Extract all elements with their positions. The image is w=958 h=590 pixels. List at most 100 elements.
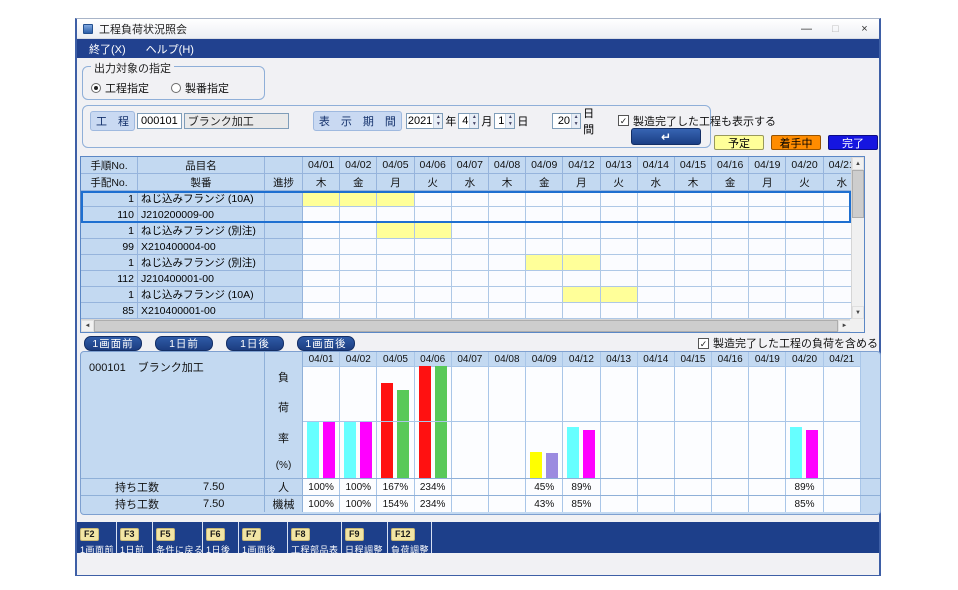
item-name-cell[interactable]: J210400001-00 [138,271,265,287]
progress-cell[interactable] [265,239,303,255]
schedule-cell[interactable] [638,207,675,223]
schedule-cell[interactable] [303,271,340,287]
schedule-cell[interactable] [489,239,526,255]
schedule-cell[interactable] [601,303,638,319]
schedule-cell[interactable] [377,287,414,303]
schedule-cell[interactable] [415,239,452,255]
schedule-cell[interactable] [340,271,377,287]
schedule-cell[interactable] [749,223,786,239]
schedule-cell[interactable] [786,271,823,287]
schedule-cell[interactable] [489,223,526,239]
schedule-cell[interactable] [786,287,823,303]
schedule-cell[interactable] [749,303,786,319]
scroll-down-icon[interactable]: ▼ [852,306,864,319]
year-stepper[interactable]: 2021 ▲▼ [406,113,443,129]
schedule-cell[interactable] [377,239,414,255]
fkey-f2[interactable]: F21画面前 [77,522,117,553]
schedule-cell[interactable] [340,223,377,239]
schedule-cell[interactable] [340,255,377,271]
schedule-cell[interactable] [526,303,563,319]
maximize-button[interactable]: □ [821,19,850,38]
schedule-cell[interactable] [601,255,638,271]
menu-help[interactable]: ヘルプ(H) [136,39,204,59]
schedule-cell[interactable] [601,191,638,207]
schedule-cell[interactable] [340,239,377,255]
close-button[interactable]: × [850,19,879,38]
schedule-cell[interactable] [526,207,563,223]
schedule-cell[interactable] [638,191,675,207]
days-stepper[interactable]: 20 ▲▼ [552,113,581,129]
schedule-cell[interactable] [563,239,600,255]
schedule-cell[interactable] [303,223,340,239]
schedule-cell[interactable] [712,255,749,271]
spin-down-icon[interactable]: ▼ [572,121,580,128]
schedule-cell[interactable] [786,255,823,271]
scrollbar-thumb[interactable] [852,170,864,218]
schedule-cell[interactable] [377,223,414,239]
spin-down-icon[interactable]: ▼ [434,121,442,128]
schedule-cell[interactable] [638,223,675,239]
schedule-cell[interactable] [526,223,563,239]
schedule-cell[interactable] [489,191,526,207]
schedule-cell[interactable] [712,303,749,319]
step-no-cell[interactable]: 1 [81,287,138,303]
schedule-cell[interactable] [303,239,340,255]
schedule-cell[interactable] [563,223,600,239]
schedule-cell[interactable] [415,303,452,319]
step-no-cell[interactable]: 112 [81,271,138,287]
schedule-cell[interactable] [452,303,489,319]
step-no-cell[interactable]: 1 [81,255,138,271]
day-stepper[interactable]: 1 ▲▼ [494,113,515,129]
schedule-cell[interactable] [749,207,786,223]
schedule-cell[interactable] [377,271,414,287]
schedule-cell[interactable] [712,191,749,207]
spin-up-icon[interactable]: ▲ [434,114,442,121]
schedule-cell[interactable] [675,223,712,239]
schedule-cell[interactable] [452,223,489,239]
apply-button[interactable]: ↵ [631,128,701,145]
schedule-cell[interactable] [452,239,489,255]
schedule-cell[interactable] [415,191,452,207]
fkey-f7[interactable]: F71画面後 [239,522,288,553]
include-completed-checkbox[interactable]: ✓ 製造完了した工程の負荷を含める [698,335,878,351]
schedule-cell[interactable] [340,207,377,223]
schedule-cell[interactable] [415,287,452,303]
schedule-cell[interactable] [526,255,563,271]
schedule-cell[interactable] [452,271,489,287]
schedule-cell[interactable] [563,271,600,287]
step-no-cell[interactable]: 1 [81,191,138,207]
scrollbar-thumb[interactable] [94,320,838,332]
progress-cell[interactable] [265,271,303,287]
vertical-scrollbar[interactable]: ▲ ▼ [851,157,864,319]
item-name-cell[interactable]: ねじ込みフランジ (別注) [138,223,265,239]
schedule-cell[interactable] [303,303,340,319]
next-day-button[interactable]: 1日後 [226,336,284,351]
scroll-up-icon[interactable]: ▲ [852,157,864,170]
progress-cell[interactable] [265,223,303,239]
schedule-cell[interactable] [526,287,563,303]
schedule-cell[interactable] [303,255,340,271]
fkey-f8[interactable]: F8工程部品表 [288,522,342,553]
schedule-cell[interactable] [786,223,823,239]
schedule-cell[interactable] [712,223,749,239]
step-no-cell[interactable]: 85 [81,303,138,319]
item-name-cell[interactable]: ねじ込みフランジ (10A) [138,191,265,207]
menu-exit[interactable]: 終了(X) [79,39,136,59]
scroll-left-icon[interactable]: ◄ [81,320,94,332]
schedule-cell[interactable] [377,255,414,271]
schedule-cell[interactable] [601,287,638,303]
process-code-input[interactable]: 000101 [137,113,182,129]
schedule-cell[interactable] [601,207,638,223]
schedule-cell[interactable] [675,207,712,223]
schedule-cell[interactable] [638,255,675,271]
schedule-cell[interactable] [638,271,675,287]
schedule-cell[interactable] [675,191,712,207]
schedule-cell[interactable] [786,239,823,255]
schedule-cell[interactable] [675,287,712,303]
schedule-cell[interactable] [340,287,377,303]
item-name-cell[interactable]: ねじ込みフランジ (別注) [138,255,265,271]
progress-cell[interactable] [265,303,303,319]
item-name-cell[interactable]: ねじ込みフランジ (10A) [138,287,265,303]
schedule-cell[interactable] [712,207,749,223]
step-no-cell[interactable]: 99 [81,239,138,255]
